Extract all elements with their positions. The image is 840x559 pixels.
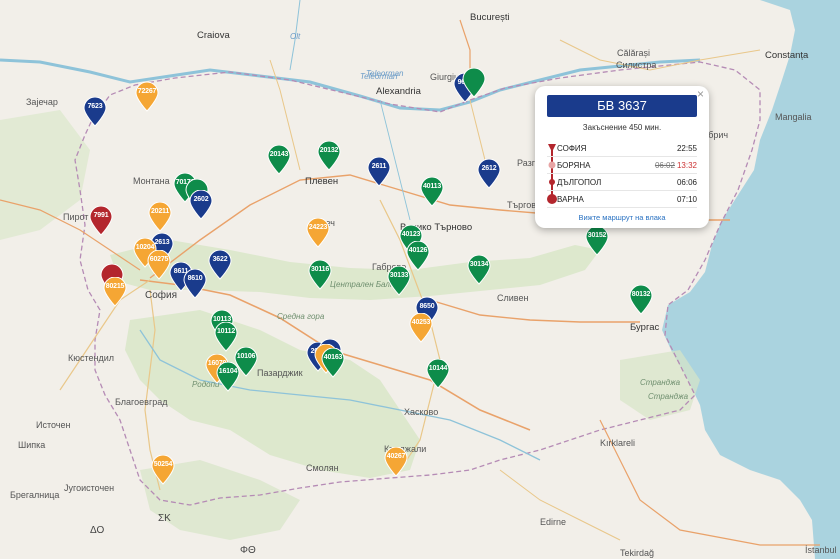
train-marker[interactable]: 10144: [425, 359, 451, 389]
map-pin-icon: [426, 359, 450, 389]
map-pin-icon: [308, 260, 332, 290]
train-marker[interactable]: 80132: [628, 285, 654, 315]
train-number: 80215: [105, 283, 125, 290]
train-popup: × БВ 3637 Закъснение 450 мин. СОФИЯ 22:5…: [535, 86, 709, 228]
stop-row: БОРЯНА 06:02 13:32: [547, 157, 697, 174]
train-number: 20143: [269, 151, 289, 158]
map-pin-icon: [467, 255, 491, 285]
map-pin-icon: [387, 266, 411, 296]
train-marker[interactable]: 3622: [207, 250, 233, 280]
map-pin-icon: [317, 141, 341, 171]
map-pin-icon: [216, 362, 240, 392]
train-marker[interactable]: [461, 68, 487, 98]
train-number: 40267: [386, 453, 406, 460]
train-number: 2602: [193, 196, 209, 203]
train-marker[interactable]: 30152: [584, 226, 610, 256]
train-number: 40123: [401, 231, 421, 238]
train-number: 30134: [469, 261, 489, 268]
train-number: 8650: [419, 303, 435, 310]
train-marker[interactable]: 30116: [307, 260, 333, 290]
map-pin-icon: [183, 269, 207, 299]
train-number: 72267: [137, 88, 157, 95]
train-number: 3622: [212, 256, 228, 263]
train-number: 10106: [236, 353, 256, 360]
stop-row: ДЪЛГОПОЛ 06:06: [547, 174, 697, 191]
train-marker[interactable]: 40267: [383, 447, 409, 477]
map-pin-icon: [384, 447, 408, 477]
train-marker[interactable]: 16104: [215, 362, 241, 392]
train-marker[interactable]: 40113: [419, 177, 445, 207]
map-pin-icon: [462, 68, 486, 98]
train-number: 2611: [371, 163, 387, 170]
train-number: 40113: [422, 183, 442, 190]
train-number: 40126: [408, 247, 428, 254]
current-stop-icon: [548, 161, 556, 169]
map-pin-icon: [477, 159, 501, 189]
train-number: 7991: [93, 212, 109, 219]
train-number: 80132: [631, 291, 651, 298]
map-pin-icon: [420, 177, 444, 207]
train-number: 7623: [87, 103, 103, 110]
train-marker[interactable]: 2602: [188, 190, 214, 220]
train-marker[interactable]: 20132: [316, 141, 342, 171]
train-number: 10112: [216, 328, 236, 335]
train-number: 30152: [587, 232, 607, 239]
map-pin-icon: [135, 82, 159, 112]
map-pin-icon: [89, 206, 113, 236]
map-canvas[interactable]: București Craiova Alexandria Teleorman Giurg…: [0, 0, 840, 559]
train-marker[interactable]: 30134: [466, 255, 492, 285]
train-number: 40253: [411, 319, 431, 326]
map-pin-icon: [629, 285, 653, 315]
start-triangle-icon: [548, 144, 556, 152]
train-number: 10144: [428, 365, 448, 372]
train-number: 16104: [218, 368, 238, 375]
train-marker[interactable]: 2611: [366, 157, 392, 187]
train-marker[interactable]: 72267: [134, 82, 160, 112]
delay-text: Закъснение 450 мин.: [582, 123, 662, 132]
train-number: 20132: [319, 147, 339, 154]
stop-list: СОФИЯ 22:55 БОРЯНА 06:02 13:32 ДЪЛГОПОЛ 0…: [547, 140, 697, 208]
map-pin-icon: [151, 455, 175, 485]
map-pin-icon: [148, 202, 172, 232]
map-pin-icon: [585, 226, 609, 256]
map-pin-icon: [103, 277, 127, 307]
actual-time: 13:32: [676, 160, 697, 170]
train-marker[interactable]: 20211: [147, 202, 173, 232]
train-number: 8610: [187, 275, 203, 282]
train-number: 20211: [150, 208, 170, 215]
train-number: 24223: [308, 224, 328, 231]
view-route-link[interactable]: Вижте маршрут на влака: [547, 213, 697, 222]
train-marker[interactable]: 40253: [408, 313, 434, 343]
map-pin-icon: [409, 313, 433, 343]
train-marker[interactable]: 2612: [476, 159, 502, 189]
train-number: 30133: [389, 272, 409, 279]
train-number: 2612: [481, 165, 497, 172]
map-pin-icon: [267, 145, 291, 175]
map-pin-icon: [208, 250, 232, 280]
stop-row: СОФИЯ 22:55: [547, 140, 697, 157]
train-marker[interactable]: 7991: [88, 206, 114, 236]
train-number: 40163: [323, 354, 343, 361]
map-pin-icon: [321, 348, 345, 378]
train-marker[interactable]: 20143: [266, 145, 292, 175]
train-number: 30116: [310, 266, 330, 273]
train-title: БВ 3637: [547, 95, 697, 117]
train-marker[interactable]: 30133: [386, 266, 412, 296]
map-pin-icon: [189, 190, 213, 220]
close-icon[interactable]: ×: [697, 87, 704, 101]
train-marker[interactable]: 80215: [102, 277, 128, 307]
scheduled-time: 06:02: [654, 160, 675, 170]
train-marker[interactable]: 8610: [182, 269, 208, 299]
train-number: 50254: [153, 461, 173, 468]
stop-row: ВАРНА 07:10: [547, 191, 697, 208]
end-dot-icon: [547, 194, 557, 204]
train-marker[interactable]: 50254: [150, 455, 176, 485]
stop-dot-icon: [549, 179, 555, 185]
map-pin-icon: [367, 157, 391, 187]
map-pin-icon: [306, 218, 330, 248]
train-marker[interactable]: 24223: [305, 218, 331, 248]
train-marker[interactable]: 7623: [82, 97, 108, 127]
train-marker[interactable]: 40163: [320, 348, 346, 378]
map-pin-icon: [83, 97, 107, 127]
